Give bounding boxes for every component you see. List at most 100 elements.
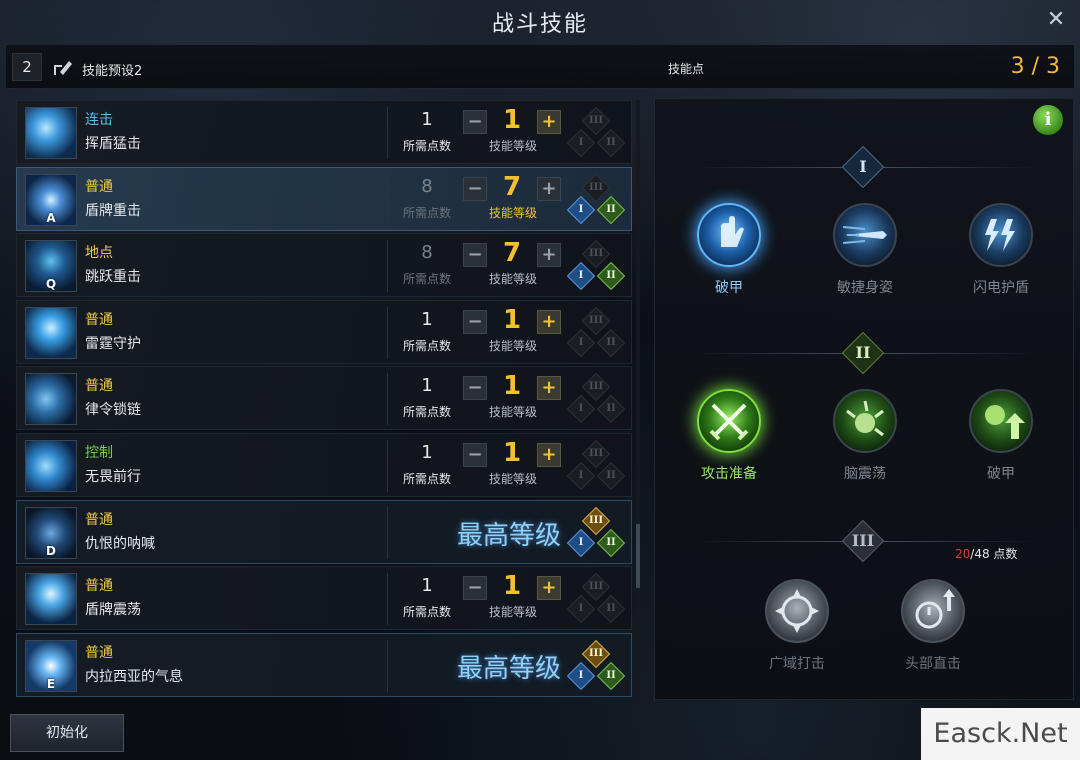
skill-level-label: 技能等级 <box>488 405 537 419</box>
skill-row[interactable]: 连击 挥盾猛击 1 所需点数 −1 + 技能等级 III I II <box>16 100 632 164</box>
increase-level-button[interactable]: + <box>537 110 561 134</box>
compass-arrows-icon <box>765 579 829 643</box>
required-points-label: 所需点数 <box>402 139 451 153</box>
tier-1-diamond: I <box>566 261 596 291</box>
skill-points-value: 3 / 3 <box>1010 54 1060 79</box>
lightning-icon <box>969 203 1033 267</box>
skill-level-label: 技能等级 <box>488 605 537 619</box>
decrease-level-button[interactable]: − <box>463 243 487 267</box>
info-icon[interactable]: i <box>1033 105 1063 135</box>
required-points-label: 所需点数 <box>402 339 451 353</box>
skill-type: 地点 <box>85 245 113 261</box>
skill-name: 雷霆守护 <box>85 336 141 352</box>
tier-3-diamond: III <box>581 639 611 669</box>
increase-level-button[interactable]: + <box>537 376 561 400</box>
decrease-level-button[interactable]: − <box>463 443 487 467</box>
skill-icon <box>25 440 77 492</box>
tripod-3-1[interactable]: 广域打击 <box>757 579 837 673</box>
hotkey-label: A <box>46 211 56 225</box>
divider <box>387 307 388 359</box>
required-points-value: 8 <box>421 176 433 197</box>
skill-level-label: 技能等级 <box>488 139 537 153</box>
tripod-tier-indicators: III I II <box>566 106 626 159</box>
tripod-2-2[interactable]: 脑震荡 <box>825 389 905 483</box>
required-points-value: 1 <box>421 375 433 396</box>
skill-type: 控制 <box>85 445 113 461</box>
tier-3-badge: III <box>841 519 885 563</box>
orb-up-icon <box>969 389 1033 453</box>
skill-name: 盾牌重击 <box>85 203 141 219</box>
skill-type: 普通 <box>85 578 113 594</box>
tripod-tier-indicators: III I II <box>566 572 626 625</box>
tier-3-diamond: III <box>581 306 611 336</box>
tier-2-diamond: II <box>596 528 626 558</box>
skill-type: 连击 <box>85 112 113 128</box>
skill-row[interactable]: D 普通 仇恨的呐喊 最高等级 III I II <box>16 500 632 564</box>
skill-row[interactable]: Q 地点 跳跃重击 8 所需点数 −7 + 技能等级 III I II <box>16 233 632 297</box>
skill-icon <box>25 373 77 425</box>
required-points-value: 1 <box>421 575 433 596</box>
tier-2-badge: II <box>841 331 885 375</box>
dash-blade-icon <box>833 203 897 267</box>
required-points-value: 1 <box>421 442 433 463</box>
increase-level-button[interactable]: + <box>537 576 561 600</box>
skill-type: 普通 <box>85 378 113 394</box>
decrease-level-button[interactable]: − <box>463 110 487 134</box>
skill-list: 连击 挥盾猛击 1 所需点数 −1 + 技能等级 III I II A 普通 盾牌重击 8 所需点数 −7 + 技… <box>16 100 632 700</box>
tripod-tier-indicators: III I II <box>566 306 626 359</box>
tripod-tier-indicators: III I II <box>566 439 626 492</box>
increase-level-button[interactable]: + <box>537 443 561 467</box>
skill-level-value: 7 <box>502 238 522 268</box>
skill-name: 无畏前行 <box>85 469 141 485</box>
increase-level-button[interactable]: + <box>537 310 561 334</box>
divider <box>387 107 388 159</box>
tier-2-diamond: II <box>596 328 626 358</box>
stopwatch-up-icon <box>901 579 965 643</box>
edit-icon[interactable] <box>52 57 74 79</box>
divider <box>387 174 388 226</box>
decrease-level-button[interactable]: − <box>463 376 487 400</box>
scrollbar[interactable] <box>636 100 640 700</box>
close-icon[interactable]: ✕ <box>1044 8 1068 32</box>
max-level-label: 最高等级 <box>457 521 562 551</box>
preset-number-selector[interactable]: 2 <box>12 53 42 81</box>
decrease-level-button[interactable]: − <box>463 310 487 334</box>
skill-icon: D <box>25 507 77 559</box>
reset-button[interactable]: 初始化 <box>10 714 124 752</box>
tripod-1-1[interactable]: 破甲 <box>689 203 769 297</box>
scrollbar-thumb[interactable] <box>636 524 640 588</box>
skill-icon: Q <box>25 240 77 292</box>
skill-level-value: 1 <box>502 371 522 401</box>
increase-level-button[interactable]: + <box>537 177 561 201</box>
increase-level-button[interactable]: + <box>537 243 561 267</box>
required-points-label: 所需点数 <box>402 272 451 286</box>
skill-icon: E <box>25 640 77 692</box>
tripod-2-1[interactable]: 攻击准备 <box>689 389 769 483</box>
tripod-tier-indicators: III I II <box>566 239 626 292</box>
hotkey-label: Q <box>45 277 57 291</box>
tier-3-diamond: III <box>581 506 611 536</box>
divider <box>387 373 388 425</box>
skill-level-label: 技能等级 <box>488 272 537 286</box>
decrease-level-button[interactable]: − <box>463 177 487 201</box>
skill-row[interactable]: 普通 雷霆守护 1 所需点数 −1 + 技能等级 III I II <box>16 300 632 364</box>
skill-row[interactable]: A 普通 盾牌重击 8 所需点数 −7 + 技能等级 III I II <box>16 167 632 231</box>
skill-row[interactable]: 普通 盾牌震荡 1 所需点数 −1 + 技能等级 III I II <box>16 566 632 630</box>
skill-row[interactable]: 控制 无畏前行 1 所需点数 −1 + 技能等级 III I II <box>16 433 632 497</box>
tripod-3-2[interactable]: 头部直击 <box>893 579 973 673</box>
tier-1-diamond: I <box>566 328 596 358</box>
tier-1-diamond: I <box>566 394 596 424</box>
tripod-2-3[interactable]: 破甲 <box>961 389 1041 483</box>
skill-row[interactable]: E 普通 内拉西亚的气息 最高等级 III I II <box>16 633 632 697</box>
skill-level-label: 技能等级 <box>488 472 537 486</box>
decrease-level-button[interactable]: − <box>463 576 487 600</box>
tier-2-diamond: II <box>596 195 626 225</box>
skill-row[interactable]: 普通 律令锁链 1 所需点数 −1 + 技能等级 III I II <box>16 366 632 430</box>
skill-icon <box>25 107 77 159</box>
watermark: Easck.Net <box>921 708 1080 760</box>
skill-icon <box>25 573 77 625</box>
tripod-1-2[interactable]: 敏捷身姿 <box>825 203 905 297</box>
tier-3-diamond: III <box>581 239 611 269</box>
required-points-value: 1 <box>421 309 433 330</box>
tripod-1-3[interactable]: 闪电护盾 <box>961 203 1041 297</box>
